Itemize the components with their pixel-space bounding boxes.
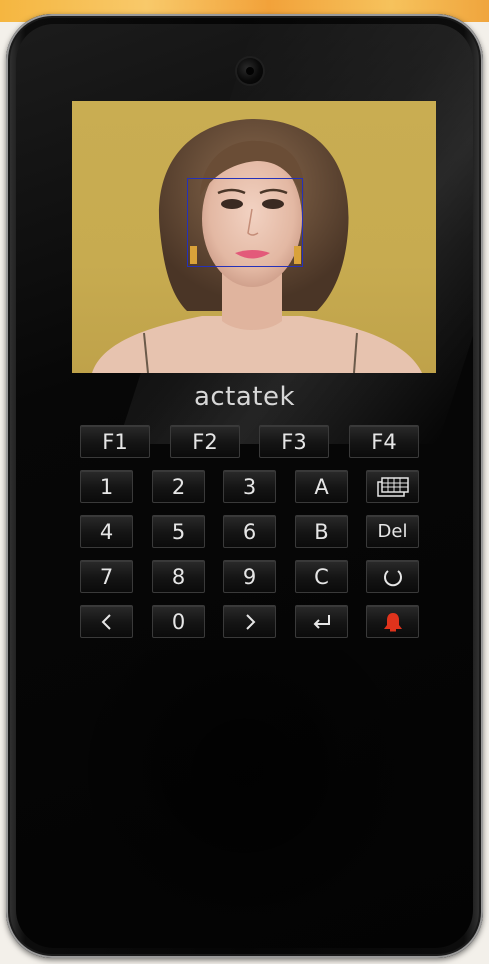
key-2[interactable]: 2 bbox=[152, 470, 205, 503]
key-6[interactable]: 6 bbox=[223, 515, 276, 548]
key-7[interactable]: 7 bbox=[80, 560, 133, 593]
bell-icon bbox=[383, 612, 402, 631]
f3-key[interactable]: F3 bbox=[259, 425, 329, 458]
delete-key[interactable]: Del bbox=[366, 515, 419, 548]
camera-lens bbox=[237, 58, 263, 84]
arrow-left-icon bbox=[101, 613, 111, 630]
f4-key[interactable]: F4 bbox=[349, 425, 419, 458]
refresh-icon bbox=[383, 569, 402, 586]
refresh-key[interactable] bbox=[366, 560, 419, 593]
enter-key[interactable] bbox=[295, 605, 348, 638]
enter-icon bbox=[313, 614, 330, 629]
key-9[interactable]: 9 bbox=[223, 560, 276, 593]
key-b[interactable]: B bbox=[295, 515, 348, 548]
key-3[interactable]: 3 bbox=[223, 470, 276, 503]
right-arrow-key[interactable] bbox=[223, 605, 276, 638]
f1-key[interactable]: F1 bbox=[80, 425, 150, 458]
keyboard-icon bbox=[376, 476, 409, 497]
brand-logo: actatek bbox=[193, 382, 296, 412]
key-1[interactable]: 1 bbox=[80, 470, 133, 503]
alarm-key[interactable] bbox=[366, 605, 419, 638]
arrow-right-icon bbox=[245, 613, 255, 630]
face-detection-box bbox=[187, 178, 303, 267]
key-c[interactable]: C bbox=[295, 560, 348, 593]
key-8[interactable]: 8 bbox=[152, 560, 205, 593]
key-0[interactable]: 0 bbox=[152, 605, 205, 638]
keyboard-key[interactable] bbox=[366, 470, 419, 503]
key-a[interactable]: A bbox=[295, 470, 348, 503]
left-arrow-key[interactable] bbox=[80, 605, 133, 638]
key-4[interactable]: 4 bbox=[80, 515, 133, 548]
key-5[interactable]: 5 bbox=[152, 515, 205, 548]
f2-key[interactable]: F2 bbox=[170, 425, 240, 458]
lower-panel-shadow bbox=[60, 650, 430, 950]
